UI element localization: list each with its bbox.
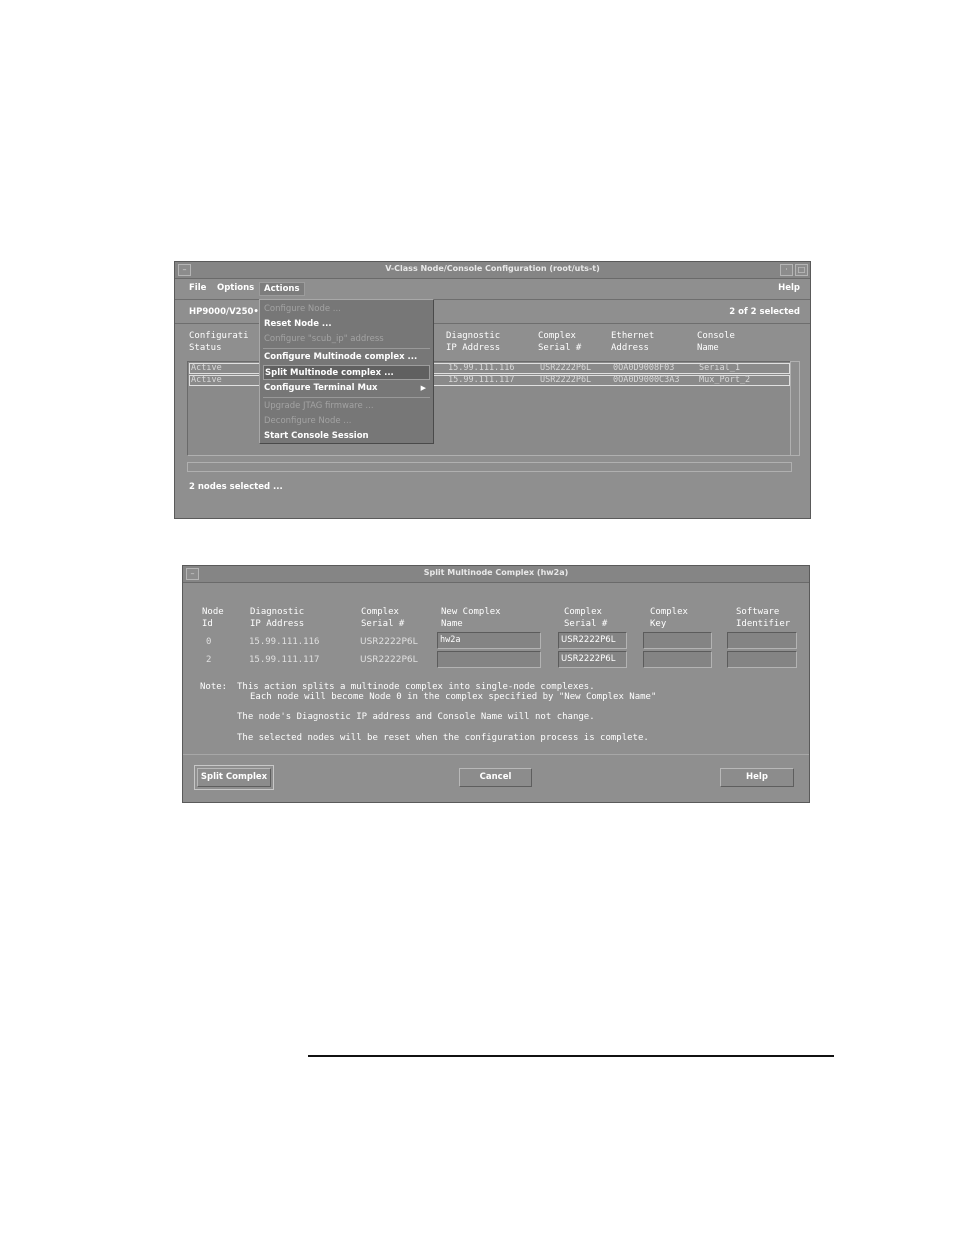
cancel-button[interactable]: Cancel [459, 768, 532, 787]
new-complex-name-input[interactable]: hw2a [437, 632, 541, 649]
row-status: Active [191, 375, 222, 385]
row-status: Active [191, 363, 222, 373]
menu-options[interactable]: Options [217, 283, 254, 293]
software-identifier-input[interactable] [727, 632, 797, 649]
row-console: Serial_1 [699, 363, 740, 373]
footer-divider [183, 754, 809, 755]
col-config-status: Configurati Status [189, 331, 249, 353]
status-text: 2 nodes selected ... [189, 482, 283, 492]
note-line-3: The node's Diagnostic IP address and Con… [237, 712, 595, 722]
menu-help[interactable]: Help [778, 283, 800, 293]
window-title: V-Class Node/Console Configuration (root… [385, 264, 600, 273]
menu-item-start-console[interactable]: Start Console Session [263, 429, 430, 444]
row-diag-ip: 15.99.111.116 [249, 637, 320, 647]
title-bar[interactable]: – Split Multinode Complex (hw2a) [183, 566, 809, 583]
dialog-title: Split Multinode Complex (hw2a) [423, 568, 569, 577]
menu-bar: File Options Actions Help [175, 280, 810, 300]
row-node-id: 0 [206, 637, 212, 647]
header-complex-key: Complex Key [650, 607, 688, 629]
title-bar[interactable]: – V-Class Node/Console Configuration (ro… [175, 262, 810, 279]
header-node-id: Node Id [202, 607, 224, 629]
maximize-button[interactable]: □ [795, 264, 808, 276]
note-line-2: Each node will become Node 0 in the comp… [250, 692, 657, 702]
menu-separator [263, 348, 430, 349]
menu-item-configure-scub-ip[interactable]: Configure "scub_ip" address [263, 332, 430, 347]
split-complex-dialog: – Split Multinode Complex (hw2a) Node Id… [182, 565, 810, 803]
row-diag-ip: 15.99.111.117 [249, 655, 320, 665]
row-serial: USR2222P6L [540, 375, 592, 385]
split-complex-button[interactable]: Split Complex [194, 765, 274, 790]
submenu-arrow-icon: ▶ [420, 384, 426, 392]
new-complex-serial-input[interactable]: USR2222P6L [558, 632, 627, 649]
menu-item-reset-node[interactable]: Reset Node ... [263, 317, 430, 332]
row-node-id: 2 [206, 655, 212, 665]
node-console-config-window: – V-Class Node/Console Configuration (ro… [174, 261, 811, 519]
actions-dropdown-menu: Configure Node ... Reset Node ... Config… [259, 299, 434, 444]
new-complex-serial-input[interactable]: USR2222P6L [558, 651, 627, 668]
note-line-1: This action splits a multinode complex i… [237, 682, 595, 692]
selection-count: 2 of 2 selected [729, 307, 800, 317]
complex-key-input[interactable] [643, 651, 712, 668]
col-diag-ip: Diagnostic IP Address [446, 331, 501, 353]
note-line-4: The selected nodes will be reset when th… [237, 733, 649, 743]
complex-key-input[interactable] [643, 632, 712, 649]
menu-item-split-multinode[interactable]: Split Multinode complex ... [263, 365, 430, 380]
menu-actions[interactable]: Actions [259, 282, 305, 296]
row-serial: USR2222P6L [540, 363, 592, 373]
header-complex-serial: Complex Serial # [361, 607, 405, 629]
header-new-complex-serial: Complex Serial # [564, 607, 608, 629]
row-complex-serial: USR2222P6L [360, 655, 418, 665]
horizontal-scrollbar[interactable] [187, 462, 792, 472]
menu-item-configure-multinode[interactable]: Configure Multinode complex ... [263, 350, 430, 365]
new-complex-name-input[interactable] [437, 651, 541, 668]
menu-item-deconfigure-node[interactable]: Deconfigure Node ... [263, 414, 430, 429]
row-diag-ip: 15.99.111.117 [448, 375, 515, 385]
menu-item-label: Configure Terminal Mux [264, 383, 378, 393]
menu-file[interactable]: File [189, 283, 206, 293]
vertical-scrollbar[interactable] [790, 361, 800, 456]
minimize-button[interactable]: · [780, 264, 793, 276]
menu-item-upgrade-jtag[interactable]: Upgrade JTAG firmware ... [263, 399, 430, 414]
software-identifier-input[interactable] [727, 651, 797, 668]
row-diag-ip: 15.99.111.116 [448, 363, 515, 373]
row-ethernet: 0OA0D9008F03 [613, 363, 675, 373]
header-software-id: Software Identifier [736, 607, 791, 629]
row-complex-serial: USR2222P6L [360, 637, 418, 647]
menu-item-configure-terminal-mux[interactable]: Configure Terminal Mux ▶ [263, 381, 430, 396]
header-new-complex-name: New Complex Name [441, 607, 501, 629]
menu-item-configure-node[interactable]: Configure Node ... [263, 302, 430, 317]
system-label: HP9000/V250• [189, 307, 259, 317]
col-console-name: Console Name [697, 331, 735, 353]
menu-separator [263, 397, 430, 398]
page-rule [308, 1055, 834, 1057]
row-ethernet: 0OA0D9000C3A3 [613, 375, 680, 385]
header-diag-ip: Diagnostic IP Address [250, 607, 305, 629]
col-ethernet: Ethernet Address [611, 331, 655, 353]
row-console: Mux_Port_2 [699, 375, 751, 385]
col-complex-serial: Complex Serial # [538, 331, 582, 353]
help-button[interactable]: Help [720, 768, 794, 787]
note-label: Note: [200, 682, 228, 692]
